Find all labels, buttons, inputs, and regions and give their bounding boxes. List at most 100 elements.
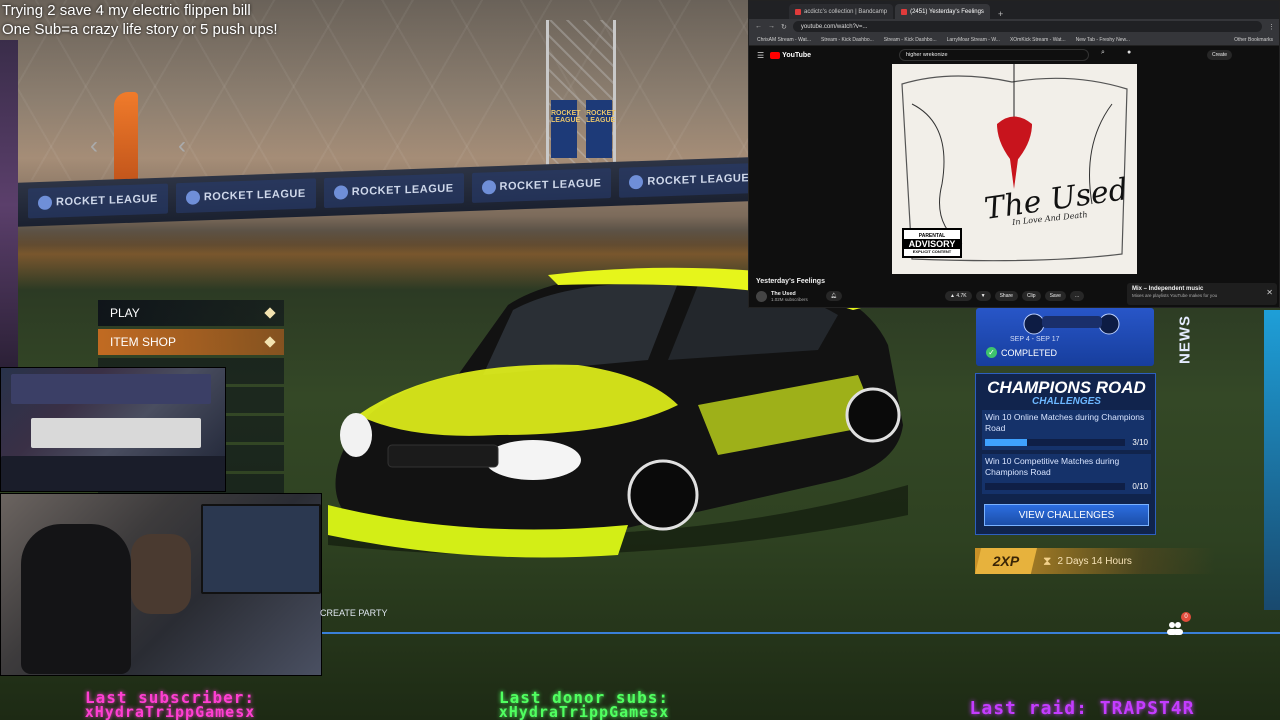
stream-message-line-1: Trying 2 save 4 my electric flippen bill xyxy=(2,2,251,19)
last-donor-name: xHydraTrippGamesx xyxy=(498,703,670,720)
challenge-item[interactable]: Win 10 Online Matches during Champions R… xyxy=(982,410,1151,450)
reload-icon[interactable]: ↻ xyxy=(781,23,787,31)
bottom-divider xyxy=(322,632,1280,634)
album-cover[interactable]: The Used In Love And Death PARENTAL ADVI… xyxy=(892,64,1137,274)
stream-message-line-2: One Sub=a crazy life story or 5 push ups… xyxy=(2,21,278,38)
car-headlight-right xyxy=(485,440,581,480)
bookmark-item[interactable]: New Tab - Freshy New... xyxy=(1076,37,1130,43)
xp-boost-banner: 2XP ⧗ 2 Days 14 Hours xyxy=(975,548,1215,574)
cam-desk xyxy=(31,418,201,448)
ball-icon xyxy=(629,174,644,190)
chevron-left-icon: ‹ xyxy=(90,132,98,159)
bandcamp-icon xyxy=(795,8,801,15)
youtube-favicon-icon xyxy=(901,8,908,15)
challenges-subtitle: CHALLENGES xyxy=(1032,396,1101,407)
create-party-button[interactable]: CREATE PARTY xyxy=(320,608,388,618)
mix-panel[interactable]: Mix – Independent music Mixes are playli… xyxy=(1127,283,1277,305)
extensions-icon[interactable]: ⋮ xyxy=(1268,23,1275,31)
car-headlight-left xyxy=(340,413,372,457)
url-field[interactable]: youtube.com/watch?v=... xyxy=(792,21,1262,32)
diamond-icon xyxy=(264,336,276,348)
browser-tab-active[interactable]: (2451) Yesterday's Feelings xyxy=(895,4,990,19)
new-tab-icon[interactable]: + xyxy=(992,9,1009,19)
car-wheel-front xyxy=(627,459,699,531)
billboard: ROCKET LEAGUE xyxy=(323,173,464,209)
news-tab[interactable]: NEWS xyxy=(1170,308,1200,372)
channel-avatar[interactable] xyxy=(756,290,767,302)
challenge-item[interactable]: Win 10 Competitive Matches during Champi… xyxy=(982,454,1151,494)
hamburger-menu-icon[interactable]: ☰ xyxy=(757,51,764,60)
xp-badge: 2XP xyxy=(975,548,1037,574)
bookmark-item[interactable]: XOmKick Stream - Wat... xyxy=(1010,37,1066,43)
last-raid: Last raid: TRAPST4R xyxy=(969,698,1195,719)
ball-icon xyxy=(185,190,200,205)
billboard: ROCKET LEAGUE xyxy=(175,178,316,214)
hourglass-icon: ⧗ xyxy=(1043,553,1052,568)
browser-address-bar: ← → ↻ youtube.com/watch?v=... ⋮ xyxy=(749,19,1279,34)
challenge-text: Win 10 Online Matches during Champions R… xyxy=(985,412,1145,433)
cam-shelf xyxy=(11,374,211,404)
microphone-icon[interactable]: ● xyxy=(1127,49,1131,56)
menu-item-item-shop[interactable]: ITEM SHOP xyxy=(98,329,284,355)
like-button[interactable]: ▲ 4.7K xyxy=(945,291,972,301)
browser-tab-strip: acdictc's collection | Bandcamp (2451) Y… xyxy=(749,1,1279,19)
notification-bell-icon[interactable]: 🔔︎ xyxy=(825,291,843,301)
view-challenges-button[interactable]: VIEW CHALLENGES xyxy=(984,504,1149,526)
party-notification-badge: 0 xyxy=(1181,612,1191,622)
bookmark-item[interactable]: ChrisAM Stream - Wat... xyxy=(757,37,811,43)
challenges-panel: CHAMPIONS ROAD CHALLENGES Win 10 Online … xyxy=(975,373,1156,535)
youtube-play-icon xyxy=(770,51,781,59)
forward-icon[interactable]: → xyxy=(768,23,775,30)
event-status: ✓ COMPLETED xyxy=(986,347,1057,358)
overlay-edge-strip xyxy=(0,40,18,370)
challenge-count: 3/10 xyxy=(1132,438,1148,447)
stream-screen: ‹ ‹ ROCKET LEAGUE ROCKET LEAGUE ROCKET L… xyxy=(0,0,1280,720)
car-preview xyxy=(328,267,908,558)
diamond-icon xyxy=(264,307,276,319)
ball-icon xyxy=(481,180,496,195)
clip-button[interactable]: Clip xyxy=(1021,291,1041,301)
menu-item-play[interactable]: PLAY xyxy=(98,300,284,326)
cam-chair xyxy=(131,534,191,614)
car-wheel-rear xyxy=(845,387,901,443)
browser-tab[interactable]: acdictc's collection | Bandcamp xyxy=(789,4,894,19)
bookmark-item[interactable]: Stream - Kick Dashbo... xyxy=(884,37,937,43)
chevron-left-icon-2: ‹ xyxy=(178,132,186,159)
arena-flag xyxy=(114,92,138,182)
other-bookmarks[interactable]: Other Bookmarks xyxy=(1234,37,1273,43)
back-icon[interactable]: ← xyxy=(755,23,762,30)
dislike-button[interactable]: ▼ xyxy=(975,291,991,301)
youtube-search-input[interactable]: higher wrekonize xyxy=(899,49,1089,61)
ball-icon xyxy=(333,185,348,200)
close-icon[interactable]: ✕ xyxy=(1266,288,1273,297)
save-button[interactable]: Save xyxy=(1044,291,1066,301)
search-icon[interactable]: ⌕ xyxy=(1101,49,1105,57)
event-dates: SEP 4 - SEP 17 xyxy=(1010,336,1060,343)
bookmark-item[interactable]: Stream - Kick Dashbo... xyxy=(821,37,874,43)
car-grille xyxy=(387,444,499,468)
bookmark-item[interactable]: LarryMoar Stream - W... xyxy=(947,37,1000,43)
billboard: ROCKET LEAGUE xyxy=(28,183,168,219)
video-actions: ▲ 4.7K ▼ Share Clip Save ... xyxy=(945,291,1085,301)
overlay-edge-strip xyxy=(1264,310,1280,610)
event-car-art xyxy=(1023,313,1120,335)
xp-time-left: 2 Days 14 Hours xyxy=(1057,555,1132,567)
browser-window: acdictc's collection | Bandcamp (2451) Y… xyxy=(748,0,1280,308)
share-button[interactable]: Share xyxy=(994,291,1018,301)
mix-title: Mix – Independent music xyxy=(1132,286,1204,292)
challenge-progress-fill xyxy=(985,439,1027,446)
billboard: ROCKET LEAGUE xyxy=(619,162,760,198)
challenge-progress-bar xyxy=(985,439,1125,446)
check-icon: ✓ xyxy=(986,347,997,358)
cam-monitor xyxy=(201,504,321,594)
challenge-text: Win 10 Competitive Matches during Champi… xyxy=(985,456,1120,477)
youtube-logo[interactable]: YouTube xyxy=(770,51,811,59)
people-icon xyxy=(1167,622,1183,635)
bookmarks-bar: ChrisAM Stream - Wat... Stream - Kick Da… xyxy=(749,34,1279,46)
create-button[interactable]: Create xyxy=(1207,50,1233,60)
more-button[interactable]: ... xyxy=(1069,291,1085,301)
ball-icon xyxy=(38,195,52,211)
channel-subscribers: 1.02M subscribers xyxy=(771,296,808,302)
webcam-streamer-view xyxy=(0,493,322,676)
cam-streamer xyxy=(21,524,131,674)
